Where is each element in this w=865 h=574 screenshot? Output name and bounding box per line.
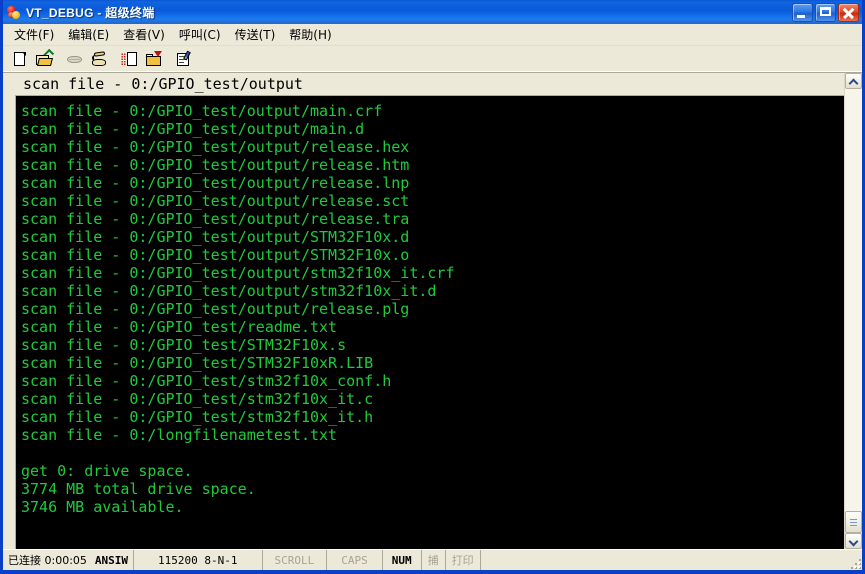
terminal-column: scan file - 0:/GPIO_test/output scan fil… [3, 73, 844, 549]
status-caps: CAPS [327, 550, 383, 570]
status-bar: 已连接 0:00:05 ANSIW 115200 8-N-1 SCROLL CA… [3, 549, 862, 570]
new-connection-button[interactable] [8, 48, 31, 70]
window-controls [792, 2, 859, 22]
status-print: 打印 [446, 550, 481, 570]
terminal-line: 3746 MB available. [21, 498, 184, 516]
hyperterminal-icon [6, 4, 22, 20]
properties-button[interactable] [173, 48, 196, 70]
terminal-line: get 0: drive space. [21, 462, 193, 480]
menu-transfer[interactable]: 传送(T) [228, 24, 283, 45]
terminal-line: scan file - 0:/GPIO_test/output/release.… [21, 192, 410, 210]
disconnect-button [63, 48, 86, 70]
status-filler [481, 550, 862, 570]
status-connection: 已连接 0:00:05 [8, 554, 87, 567]
terminal-line: scan file - 0:/longfilenametest.txt [21, 426, 338, 444]
terminal-line: scan file - 0:/GPIO_test/output/release.… [21, 156, 410, 174]
hyperterminal-window: VT_DEBUG - 超级终端 文件(F) 编辑(E) 查看(V) 呼叫(C) … [0, 0, 865, 574]
receive-file-icon [145, 50, 163, 68]
terminal-line: scan file - 0:/GPIO_test/output/stm32f10… [21, 264, 455, 282]
send-file-icon [120, 51, 139, 68]
menu-file[interactable]: 文件(F) [7, 24, 61, 45]
menu-view[interactable]: 查看(V) [116, 24, 172, 45]
client-area: scan file - 0:/GPIO_test/output scan fil… [3, 73, 862, 549]
terminal-line: scan file - 0:/GPIO_test/output/stm32f10… [21, 282, 437, 300]
terminal-output[interactable]: scan file - 0:/GPIO_test/output/main.crf… [16, 96, 844, 549]
maximize-button[interactable] [815, 2, 836, 22]
open-connection-button[interactable] [32, 48, 55, 70]
terminal-line: scan file - 0:/GPIO_test/output/release.… [21, 210, 410, 228]
menu-edit[interactable]: 编辑(E) [61, 24, 116, 45]
terminal-line: 3774 MB total drive space. [21, 480, 256, 498]
scrollbar-grip-icon [850, 519, 857, 526]
phone-disconnect-icon [66, 51, 84, 68]
close-button[interactable] [838, 2, 859, 22]
terminal-line: scan file - 0:/GPIO_test/output/release.… [21, 300, 410, 318]
properties-icon [176, 50, 194, 68]
status-capture: 捕 [422, 550, 446, 570]
window-title: VT_DEBUG - 超级终端 [26, 5, 155, 20]
terminal-line: scan file - 0:/GPIO_test/readme.txt [21, 318, 338, 336]
terminal-line: scan file - 0:/GPIO_test/STM32F10xR.LIB [21, 354, 374, 372]
resize-grip-icon[interactable] [849, 557, 861, 569]
phone-call-icon [90, 50, 108, 68]
terminal-line: scan file - 0:/GPIO_test/stm32f10x_it.c [21, 390, 374, 408]
tool-bar [3, 46, 862, 73]
terminal-line: scan file - 0:/GPIO_test/output/main.d [21, 120, 365, 138]
call-button[interactable] [87, 48, 110, 70]
scroll-down-button[interactable] [845, 533, 862, 549]
status-scroll: SCROLL [263, 550, 328, 570]
send-file-button[interactable] [118, 48, 141, 70]
scrollbar-thumb[interactable] [845, 511, 862, 533]
scroll-up-button[interactable] [845, 73, 862, 89]
scrollbar-track[interactable] [845, 89, 862, 533]
scrolled-off-line: scan file - 0:/GPIO_test/output [23, 75, 303, 93]
vertical-scrollbar[interactable] [844, 73, 862, 549]
terminal-line: scan file - 0:/GPIO_test/stm32f10x_it.h [21, 408, 374, 426]
terminal-line: scan file - 0:/GPIO_test/output/release.… [21, 174, 410, 192]
terminal-line: scan file - 0:/GPIO_test/output/release.… [21, 138, 410, 156]
minimize-button[interactable] [792, 2, 813, 22]
terminal-line: scan file - 0:/GPIO_test/output/main.crf [21, 102, 383, 120]
status-emulation: ANSIW [90, 550, 135, 570]
status-line-settings: 115200 8-N-1 [134, 550, 263, 570]
title-bar[interactable]: VT_DEBUG - 超级终端 [3, 0, 862, 24]
terminal-line: scan file - 0:/GPIO_test/output/STM32F10… [21, 246, 410, 264]
receive-file-button[interactable] [142, 48, 165, 70]
menu-call[interactable]: 呼叫(C) [172, 24, 228, 45]
terminal-line: scan file - 0:/GPIO_test/STM32F10x.s [21, 336, 347, 354]
status-num: NUM [383, 550, 422, 570]
terminal-frame: scan file - 0:/GPIO_test/output/main.crf… [15, 95, 844, 549]
open-folder-icon [35, 48, 54, 68]
terminal-line: scan file - 0:/GPIO_test/output/STM32F10… [21, 228, 410, 246]
menu-help[interactable]: 帮助(H) [282, 24, 338, 45]
menu-bar: 文件(F) 编辑(E) 查看(V) 呼叫(C) 传送(T) 帮助(H) [3, 24, 862, 46]
new-document-icon [11, 51, 29, 68]
terminal-line: scan file - 0:/GPIO_test/stm32f10x_conf.… [21, 372, 392, 390]
